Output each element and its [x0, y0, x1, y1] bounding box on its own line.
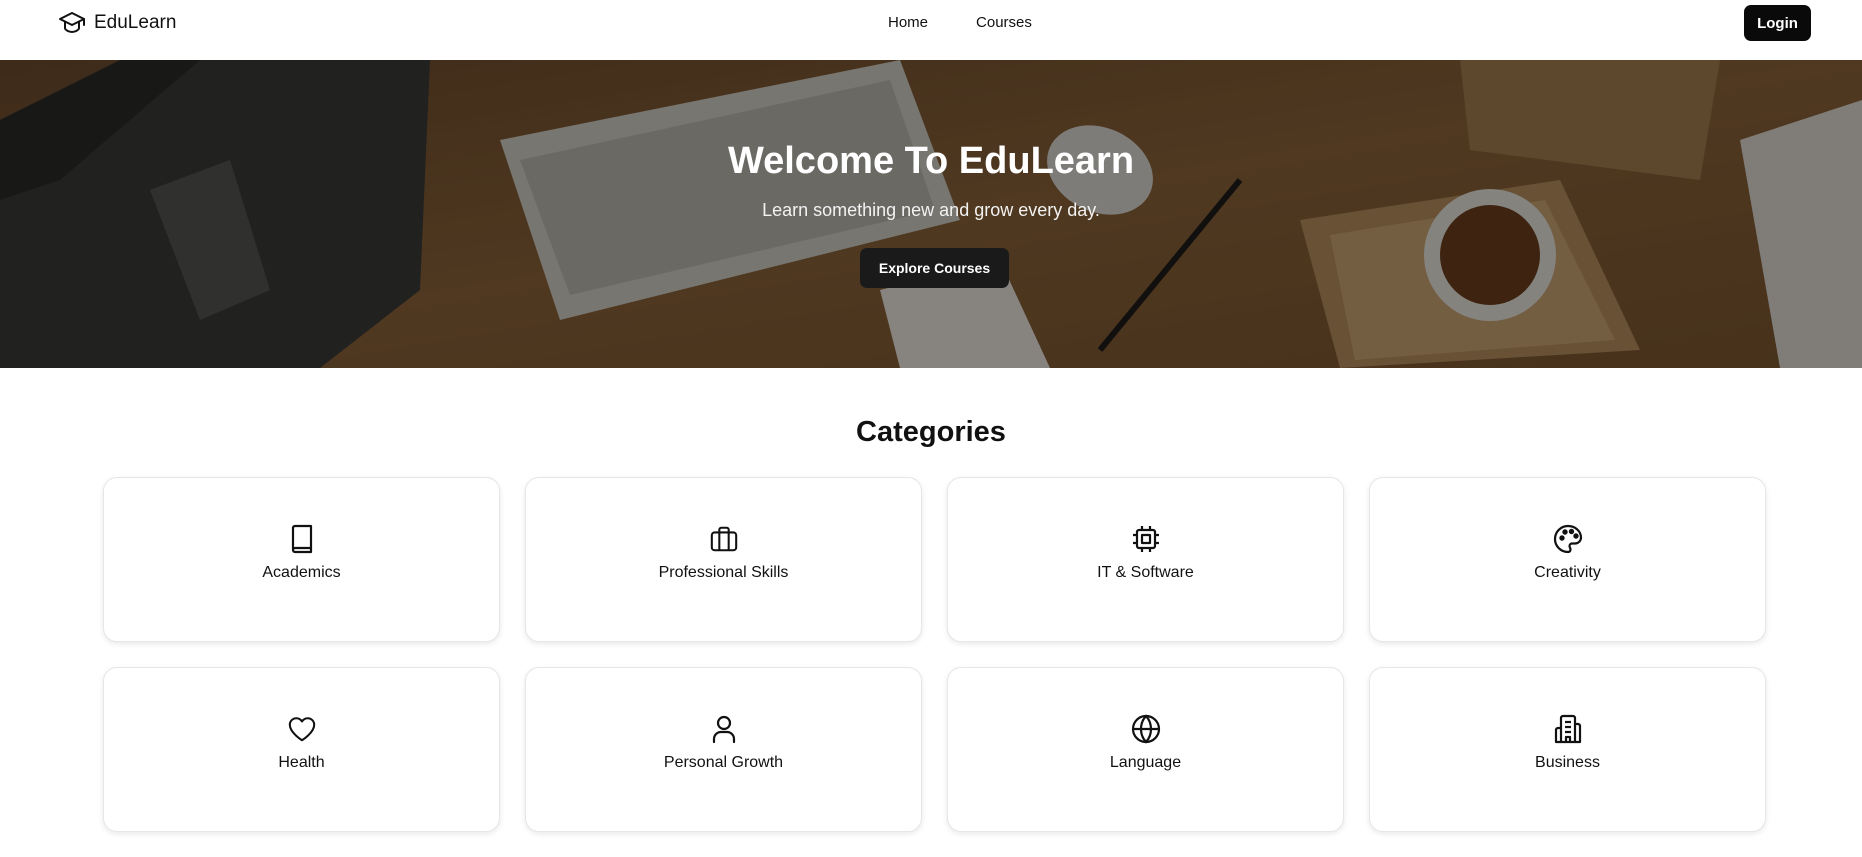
- nav-link-home[interactable]: Home: [888, 14, 928, 31]
- category-card-language[interactable]: Language: [947, 667, 1344, 832]
- hero-banner: Welcome To EduLearn Learn something new …: [0, 60, 1862, 368]
- brand-name: EduLearn: [94, 12, 177, 33]
- palette-icon: [1553, 524, 1583, 554]
- category-label: Academics: [262, 564, 341, 581]
- hero-subtitle: Learn something new and grow every day.: [762, 200, 1100, 220]
- category-card-it-software[interactable]: IT & Software: [947, 477, 1344, 642]
- category-label: Creativity: [1534, 564, 1601, 581]
- heart-icon: [287, 714, 317, 744]
- globe-icon: [1131, 714, 1161, 744]
- user-icon: [709, 714, 739, 744]
- book-icon: [287, 524, 317, 554]
- category-label: Personal Growth: [663, 754, 784, 771]
- main-nav: Home Courses: [888, 14, 1032, 31]
- category-label: Health: [278, 754, 325, 771]
- explore-courses-button[interactable]: Explore Courses: [860, 248, 1009, 288]
- category-card-creativity[interactable]: Creativity: [1369, 477, 1766, 642]
- building-icon: [1553, 714, 1583, 744]
- category-card-health[interactable]: Health: [103, 667, 500, 832]
- brand-logo-link[interactable]: EduLearn: [58, 10, 176, 36]
- category-card-business[interactable]: Business: [1369, 667, 1766, 832]
- briefcase-icon: [709, 524, 739, 554]
- category-label: Business: [1535, 754, 1600, 771]
- category-card-personal-growth[interactable]: Personal Growth: [525, 667, 922, 832]
- category-label: Language: [1109, 754, 1182, 771]
- category-card-academics[interactable]: Academics: [103, 477, 500, 642]
- graduation-cap-icon: [58, 10, 86, 36]
- hero-title: Welcome To EduLearn: [727, 140, 1135, 182]
- categories-grid: Academics Professional Skills IT & Softw…: [103, 477, 1767, 832]
- cpu-chip-icon: [1131, 524, 1161, 554]
- nav-link-courses[interactable]: Courses: [976, 14, 1032, 31]
- category-label: Professional Skills: [658, 564, 789, 581]
- category-card-professional-skills[interactable]: Professional Skills: [525, 477, 922, 642]
- categories-heading: Categories: [856, 416, 1006, 448]
- category-label: IT & Software: [1097, 564, 1194, 581]
- login-button[interactable]: Login: [1744, 5, 1811, 41]
- top-navbar: EduLearn Home Courses Login: [0, 0, 1862, 60]
